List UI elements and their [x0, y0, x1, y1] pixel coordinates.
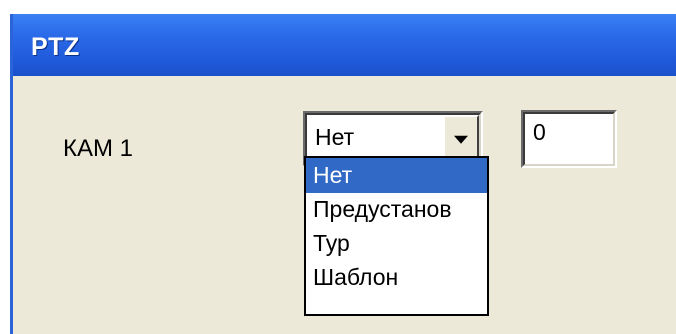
number-input[interactable]: 0 [521, 110, 617, 168]
mode-option-none[interactable]: Нет [306, 158, 487, 193]
camera-label: КАМ 1 [63, 135, 133, 162]
number-input-field: 0 [523, 112, 615, 166]
mode-option-tour[interactable]: Тур [306, 226, 487, 261]
mode-option-preset[interactable]: Предустанов [306, 192, 487, 227]
ptz-window: PTZ КАМ 1 Нет 0 Нет Предустанов Тур Шабл… [10, 14, 676, 334]
mode-option-pattern[interactable]: Шаблон [306, 260, 487, 295]
chevron-down-icon [454, 135, 468, 144]
mode-select-dropdown-button[interactable] [443, 115, 479, 162]
title-bar: PTZ [13, 14, 676, 76]
number-input-value: 0 [533, 119, 546, 145]
window-title: PTZ [31, 33, 80, 61]
mode-select-value: Нет [315, 124, 355, 150]
mode-dropdown-list: Нет Предустанов Тур Шаблон [304, 156, 489, 316]
